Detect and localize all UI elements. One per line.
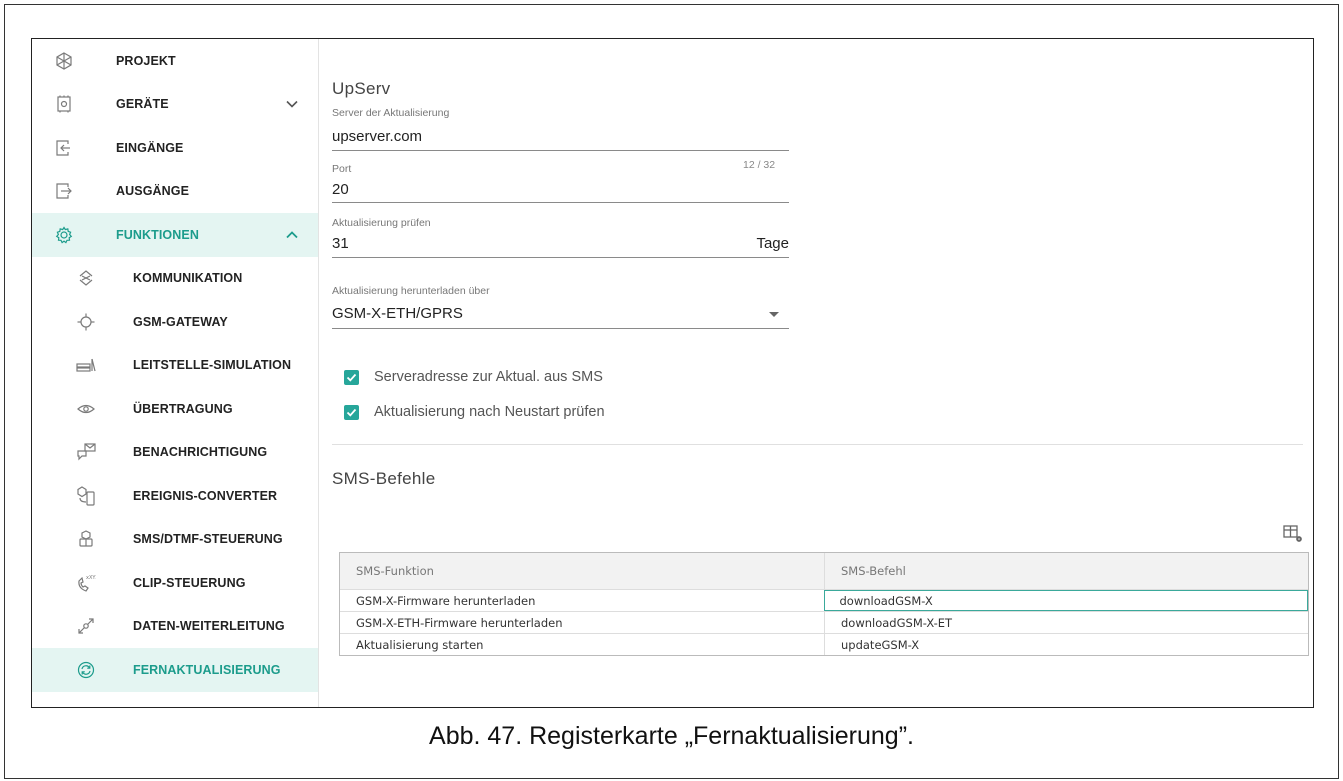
sidebar-item-leitstelle-simulation[interactable]: LEITSTELLE-SIMULATION xyxy=(32,344,318,388)
sms-command-input[interactable]: downloadGSM-X-ET xyxy=(824,612,1308,633)
table-row: GSM-X-ETH-Firmware herunterladen downloa… xyxy=(340,611,1308,633)
sidebar-item-gsm-gateway[interactable]: GSM-GATEWAY xyxy=(32,300,318,344)
table-header-row: SMS-Funktion SMS-Befehl xyxy=(340,553,1308,589)
sidebar-item-label: PROJEKT xyxy=(116,53,176,68)
project-snowflake-icon xyxy=(54,51,74,71)
sidebar-item-label: AUSGÄNGE xyxy=(116,184,190,199)
sidebar-item-label: SMS/DTMF-STEUERUNG xyxy=(133,532,283,547)
sidebar-item-projekt[interactable]: PROJEKT xyxy=(32,39,318,83)
checkbox-label: Aktualisierung nach Neustart prüfen xyxy=(374,404,605,420)
checkbox-label: Serveradresse zur Aktual. aus SMS xyxy=(374,369,603,385)
sidebar-item-kommunikation[interactable]: KOMMUNIKATION xyxy=(32,257,318,301)
eye-icon xyxy=(76,399,96,419)
sms-commands-table: SMS-Funktion SMS-Befehl GSM-X-Firmware h… xyxy=(339,552,1309,656)
download-via-label: Aktualisierung herunterladen über xyxy=(332,285,490,297)
sidebar-item-label: KOMMUNIKATION xyxy=(133,271,243,286)
column-header[interactable]: SMS-Funktion xyxy=(340,553,824,589)
sidebar-item-uebertragung[interactable]: ÜBERTRAGUNG xyxy=(32,387,318,431)
sidebar-item-eingaenge[interactable]: EINGÄNGE xyxy=(32,126,318,170)
sidebar-item-label: GSM-GATEWAY xyxy=(133,314,228,329)
sidebar-item-sms-dtmf-steuerung[interactable]: SMS/DTMF-STEUERUNG xyxy=(32,518,318,562)
sidebar-item-label: CLIP-STEUERUNG xyxy=(133,575,246,590)
checkbox-checked-icon[interactable] xyxy=(344,369,359,385)
sidebar-item-ereignis-converter[interactable]: EREIGNIS-CONVERTER xyxy=(32,474,318,518)
server-label: Server der Aktualisierung xyxy=(332,107,450,119)
gsm-gateway-icon xyxy=(76,312,96,332)
sidebar: PROJEKT GERÄTE EINGÄNGE AUSGÄNGE FUNKTIO… xyxy=(32,39,319,707)
communication-icon xyxy=(76,268,96,288)
sidebar-item-daten-weiterleitung[interactable]: DATEN-WEITERLEITUNG xyxy=(32,605,318,649)
checkbox-checked-icon[interactable] xyxy=(344,404,359,420)
sms-command-input[interactable]: updateGSM-X xyxy=(824,634,1308,655)
port-label: Port xyxy=(332,163,352,175)
sidebar-item-label: FUNKTIONEN xyxy=(116,227,199,242)
section-divider xyxy=(332,444,1303,445)
sidebar-item-label: BENACHRICHTIGUNG xyxy=(133,445,268,460)
chevron-up-icon[interactable] xyxy=(285,228,299,242)
sidebar-item-label: FERNAKTUALISIERUNG xyxy=(133,662,281,677)
sidebar-item-label: EINGÄNGE xyxy=(116,140,184,155)
chevron-down-icon[interactable] xyxy=(285,97,299,111)
data-forwarding-icon xyxy=(76,616,96,636)
table-row: Aktualisierung starten updateGSM-X xyxy=(340,633,1308,655)
check-interval-unit: Tage xyxy=(756,235,789,252)
app-window: PROJEKT GERÄTE EINGÄNGE AUSGÄNGE FUNKTIO… xyxy=(31,38,1314,708)
port-input[interactable]: 20 xyxy=(332,181,349,198)
download-via-value[interactable]: GSM-X-ETH/GPRS xyxy=(332,305,463,322)
clip-phone-icon: xXYZ xyxy=(76,573,96,593)
gear-icon xyxy=(54,225,74,245)
outputs-icon xyxy=(54,181,74,201)
check-interval-input[interactable]: 31 xyxy=(332,235,349,252)
sidebar-item-funktionen[interactable]: FUNKTIONEN xyxy=(32,213,318,257)
sms-dtmf-icon xyxy=(76,529,96,549)
check-interval-label: Aktualisierung prüfen xyxy=(332,217,431,229)
sidebar-item-label: ÜBERTRAGUNG xyxy=(133,401,233,416)
notification-icon xyxy=(76,442,96,462)
table-settings-icon[interactable] xyxy=(1283,523,1303,543)
sms-function-cell: GSM-X-Firmware herunterladen xyxy=(356,593,536,608)
sidebar-item-clip-steuerung[interactable]: xXYZ CLIP-STEUERUNG xyxy=(32,561,318,605)
check-interval-field[interactable]: Aktualisierung prüfen 31 Tage xyxy=(332,210,789,258)
sidebar-item-fernaktualisierung[interactable]: FERNAKTUALISIERUNG xyxy=(32,648,318,692)
port-field[interactable]: Port 20 xyxy=(332,153,789,203)
checkbox-check-after-restart[interactable]: Aktualisierung nach Neustart prüfen xyxy=(344,404,605,420)
section-title-upserv: UpServ xyxy=(332,79,391,98)
sidebar-item-label: DATEN-WEITERLEITUNG xyxy=(133,619,285,634)
svg-text:xXYZ: xXYZ xyxy=(86,575,96,581)
section-title-sms-commands: SMS-Befehle xyxy=(332,469,436,488)
checkbox-server-from-sms[interactable]: Serveradresse zur Aktual. aus SMS xyxy=(344,369,603,385)
device-module-icon xyxy=(54,94,74,114)
server-input[interactable]: upserver.com xyxy=(332,128,422,145)
column-header[interactable]: SMS-Befehl xyxy=(824,553,1308,589)
sidebar-item-label: GERÄTE xyxy=(116,97,169,112)
sms-command-input[interactable]: downloadGSM-X xyxy=(824,590,1308,611)
table-row: GSM-X-Firmware herunterladen downloadGSM… xyxy=(340,589,1308,611)
sidebar-item-geraete[interactable]: GERÄTE xyxy=(32,83,318,127)
figure-caption: Abb. 47. Registerkarte „Fernaktualisieru… xyxy=(429,722,914,750)
server-field[interactable]: Server der Aktualisierung upserver.com xyxy=(332,103,789,151)
sidebar-item-label: LEITSTELLE-SIMULATION xyxy=(133,358,292,373)
monitoring-station-icon xyxy=(76,355,96,375)
sms-function-cell: Aktualisierung starten xyxy=(356,637,484,652)
inputs-icon xyxy=(54,138,74,158)
event-converter-icon xyxy=(76,486,96,506)
sidebar-item-benachrichtigung[interactable]: BENACHRICHTIGUNG xyxy=(32,431,318,475)
main-panel: UpServ Server der Aktualisierung upserve… xyxy=(319,39,1313,707)
download-via-select[interactable]: Aktualisierung herunterladen über GSM-X-… xyxy=(332,274,789,329)
sidebar-item-label: EREIGNIS-CONVERTER xyxy=(133,488,278,503)
sms-function-cell: GSM-X-ETH-Firmware herunterladen xyxy=(356,615,563,630)
remote-update-icon xyxy=(76,660,96,680)
dropdown-arrow-icon[interactable] xyxy=(769,312,779,317)
sidebar-item-ausgaenge[interactable]: AUSGÄNGE xyxy=(32,170,318,214)
